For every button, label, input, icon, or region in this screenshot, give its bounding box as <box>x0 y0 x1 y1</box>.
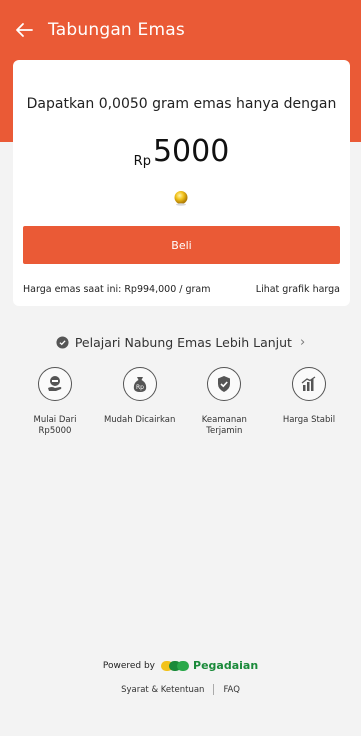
feature-item: Harga Stabil <box>271 367 347 438</box>
back-button[interactable] <box>12 18 36 42</box>
coin-hand-icon <box>48 376 62 391</box>
feature-label: Mulai Dari Rp5000 <box>33 415 77 437</box>
feature-icon-circle: Rp <box>122 367 157 401</box>
amount-value: 5000 <box>152 134 230 169</box>
terms-link[interactable]: Syarat & Ketentuan <box>121 685 204 695</box>
money-bag-icon: Rp <box>133 377 146 392</box>
promo-text: Dapatkan 0,0050 gram emas hanya dengan <box>26 96 337 112</box>
feature-item: Keamanan Terjamin <box>186 367 262 438</box>
arrow-left-icon <box>16 23 33 37</box>
feature-icon-circle <box>207 367 242 401</box>
powered-by: Powered by Pegadaian <box>0 659 361 672</box>
bar-chart-icon <box>301 376 316 391</box>
feature-label: Keamanan Terjamin <box>201 415 247 437</box>
purchase-card: Dapatkan 0,0050 gram emas hanya dengan R… <box>13 60 350 306</box>
chevron-right-icon: › <box>299 335 306 350</box>
svg-text:Rp: Rp <box>136 384 144 391</box>
feature-item: Rp Mudah Dicairkan <box>102 367 178 438</box>
feature-label: Mudah Dicairkan <box>103 415 176 425</box>
learn-more-link[interactable]: Pelajari Nabung Emas Lebih Lanjut › <box>0 335 361 350</box>
feature-icon-circle <box>291 367 326 401</box>
divider <box>213 684 215 695</box>
pegadaian-logo-icon <box>161 660 190 671</box>
shield-icon <box>218 376 231 392</box>
faq-link[interactable]: FAQ <box>223 685 239 695</box>
powered-by-label: Powered by <box>102 660 156 671</box>
top-bar: Tabungan Emas <box>0 0 361 60</box>
gold-coin-icon <box>174 191 188 206</box>
feature-list: Mulai Dari Rp5000 Rp Mudah Dicairkan Kea… <box>17 367 347 438</box>
feature-icon-circle <box>38 367 72 401</box>
page-title: Tabungan Emas <box>48 20 185 40</box>
price-amount: Rp5000 <box>13 134 350 169</box>
feature-item: Mulai Dari Rp5000 <box>17 367 93 438</box>
currency-label: Rp <box>133 154 151 169</box>
learn-more-label: Pelajari Nabung Emas Lebih Lanjut <box>74 335 292 350</box>
brand-name: Pegadaian <box>193 659 259 672</box>
price-chart-link[interactable]: Lihat grafik harga <box>256 284 340 295</box>
footer-links: Syarat & Ketentuan FAQ <box>0 684 361 695</box>
feature-label: Harga Stabil <box>282 415 336 425</box>
buy-button[interactable]: Beli <box>23 226 340 264</box>
shield-check-icon <box>56 336 69 349</box>
current-price-text: Harga emas saat ini: Rp994,000 / gram <box>23 284 211 295</box>
price-info-row: Harga emas saat ini: Rp994,000 / gram Li… <box>23 284 340 295</box>
